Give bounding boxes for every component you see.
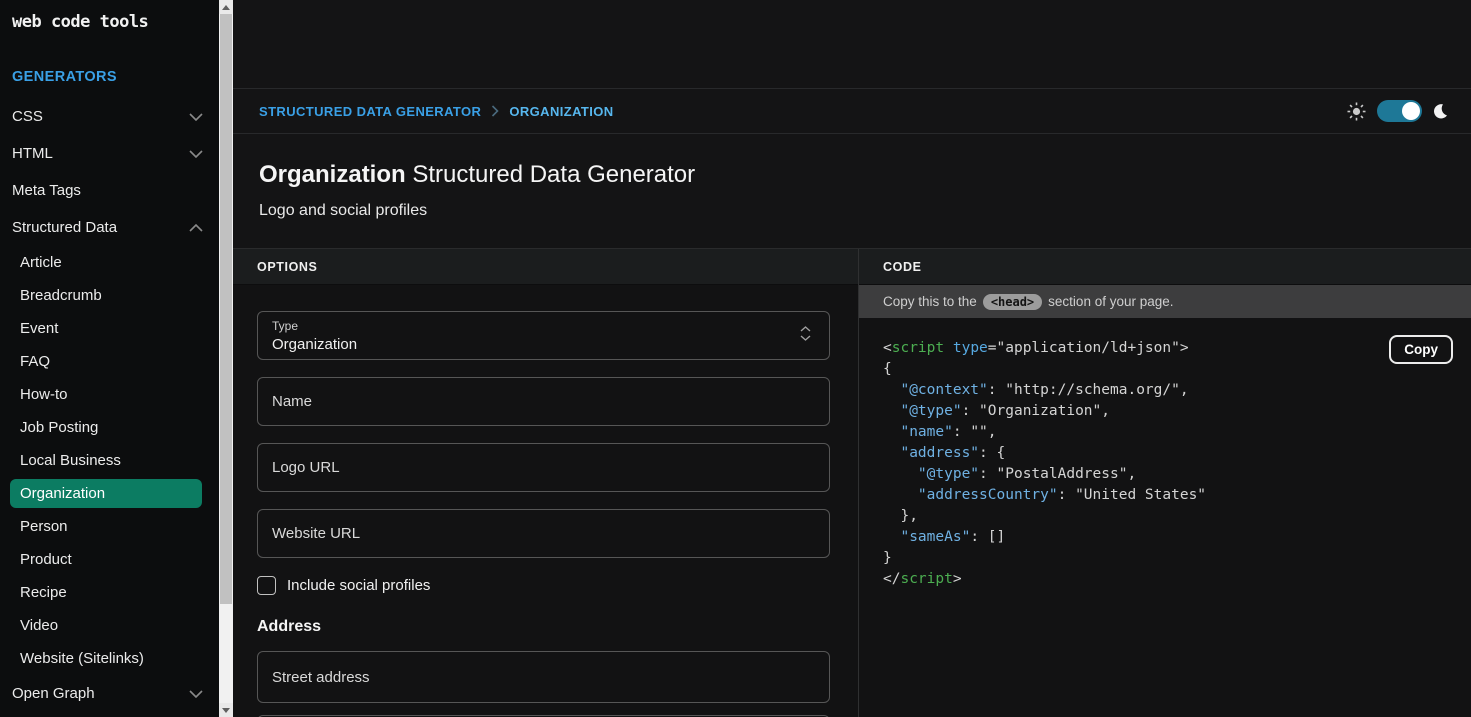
app-root: web code tools GENERATORS CSS HTML Meta … bbox=[0, 0, 1471, 717]
options-panel: OPTIONS Type Organization bbox=[233, 249, 858, 717]
type-select[interactable]: Type Organization bbox=[257, 311, 830, 360]
breadcrumb-parent-link[interactable]: STRUCTURED DATA GENERATOR bbox=[259, 104, 481, 119]
sidebar-item-html[interactable]: HTML bbox=[0, 135, 219, 172]
page-subtitle: Logo and social profiles bbox=[259, 202, 1471, 220]
sidebar-item-meta-tags[interactable]: Meta Tags bbox=[0, 172, 219, 209]
sidebar: web code tools GENERATORS CSS HTML Meta … bbox=[0, 0, 219, 717]
main-content: STRUCTURED DATA GENERATOR ORGANIZATION bbox=[233, 0, 1471, 717]
sidebar-item-label: Structured Data bbox=[12, 219, 117, 236]
sidebar-item-person[interactable]: Person bbox=[0, 510, 219, 543]
sun-icon bbox=[1347, 102, 1366, 121]
sidebar-item-job-posting[interactable]: Job Posting bbox=[0, 411, 219, 444]
sidebar-item-how-to[interactable]: How-to bbox=[0, 378, 219, 411]
sidebar-item-video[interactable]: Video bbox=[0, 609, 219, 642]
scroll-up-arrow[interactable] bbox=[219, 0, 233, 14]
code-hint-bar: Copy this to the <head> section of your … bbox=[859, 285, 1471, 318]
page-title-bold: Organization bbox=[259, 161, 406, 188]
street-address-input[interactable] bbox=[257, 651, 830, 703]
options-panel-header: OPTIONS bbox=[233, 249, 858, 285]
type-select-label: Type bbox=[272, 319, 829, 333]
dark-mode-toggle[interactable] bbox=[1377, 100, 1422, 122]
sidebar-section-generators: GENERATORS bbox=[12, 69, 219, 85]
sidebar-item-breadcrumb[interactable]: Breadcrumb bbox=[0, 279, 219, 312]
scrollbar-thumb[interactable] bbox=[220, 14, 232, 604]
include-social-profiles-label[interactable]: Include social profiles bbox=[287, 577, 430, 594]
sidebar-item-product[interactable]: Product bbox=[0, 543, 219, 576]
chevron-down-icon bbox=[189, 150, 203, 158]
sidebar-item-css[interactable]: CSS bbox=[0, 98, 219, 135]
sidebar-item-local-business[interactable]: Local Business bbox=[0, 444, 219, 477]
head-tag-badge: <head> bbox=[983, 294, 1042, 310]
theme-switcher bbox=[1347, 100, 1451, 122]
type-select-value: Organization bbox=[272, 336, 829, 353]
code-block: <script type="application/ld+json">{ "@c… bbox=[883, 338, 1471, 590]
address-heading: Address bbox=[257, 618, 834, 636]
sidebar-item-label: Meta Tags bbox=[12, 182, 81, 199]
sidebar-nav: CSS HTML Meta Tags Structured Data Artic… bbox=[0, 98, 219, 712]
include-social-profiles-checkbox[interactable] bbox=[257, 576, 276, 595]
sidebar-item-label: CSS bbox=[12, 108, 43, 125]
toggle-knob bbox=[1402, 102, 1420, 120]
options-form: Type Organization Include social profile… bbox=[233, 285, 858, 717]
logo-url-input[interactable] bbox=[257, 443, 830, 492]
sidebar-item-event[interactable]: Event bbox=[0, 312, 219, 345]
app-logo[interactable]: web code tools bbox=[12, 12, 219, 32]
sidebar-item-organization[interactable]: Organization bbox=[10, 479, 202, 508]
sidebar-item-label: HTML bbox=[12, 145, 53, 162]
code-area: <script type="application/ld+json">{ "@c… bbox=[859, 318, 1471, 717]
sidebar-item-article[interactable]: Article bbox=[0, 246, 219, 279]
chevron-down-icon bbox=[189, 113, 203, 121]
chevron-right-icon bbox=[491, 105, 499, 117]
breadcrumb: STRUCTURED DATA GENERATOR ORGANIZATION bbox=[259, 104, 614, 119]
chevron-up-icon bbox=[189, 224, 203, 232]
sidebar-item-label: Open Graph bbox=[12, 685, 95, 702]
website-url-input[interactable] bbox=[257, 509, 830, 558]
code-panel: CODE Copy this to the <head> section of … bbox=[858, 249, 1471, 717]
moon-icon bbox=[1433, 102, 1451, 120]
page-title-rest: Structured Data Generator bbox=[406, 161, 695, 188]
sidebar-item-open-graph[interactable]: Open Graph bbox=[0, 675, 219, 712]
sidebar-item-recipe[interactable]: Recipe bbox=[0, 576, 219, 609]
breadcrumb-bar: STRUCTURED DATA GENERATOR ORGANIZATION bbox=[233, 88, 1471, 134]
select-updown-icon bbox=[800, 326, 811, 341]
code-panel-header: CODE bbox=[859, 249, 1471, 285]
title-section: Organization Structured Data Generator L… bbox=[233, 134, 1471, 248]
breadcrumb-current: ORGANIZATION bbox=[509, 104, 613, 119]
scroll-down-arrow[interactable] bbox=[219, 703, 233, 717]
sidebar-item-website-sitelinks[interactable]: Website (Sitelinks) bbox=[0, 642, 219, 675]
copy-button[interactable]: Copy bbox=[1389, 335, 1453, 364]
top-band bbox=[233, 0, 1471, 88]
page-title: Organization Structured Data Generator bbox=[259, 161, 1471, 189]
code-hint-suffix: section of your page. bbox=[1048, 294, 1173, 309]
social-profiles-row: Include social profiles bbox=[257, 576, 834, 595]
chevron-down-icon bbox=[189, 690, 203, 698]
code-hint-prefix: Copy this to the bbox=[883, 294, 977, 309]
sidebar-item-faq[interactable]: FAQ bbox=[0, 345, 219, 378]
name-input[interactable] bbox=[257, 377, 830, 426]
panels-row: OPTIONS Type Organization bbox=[233, 248, 1471, 717]
sidebar-item-structured-data[interactable]: Structured Data bbox=[0, 209, 219, 246]
sidebar-scrollbar[interactable] bbox=[219, 0, 233, 717]
